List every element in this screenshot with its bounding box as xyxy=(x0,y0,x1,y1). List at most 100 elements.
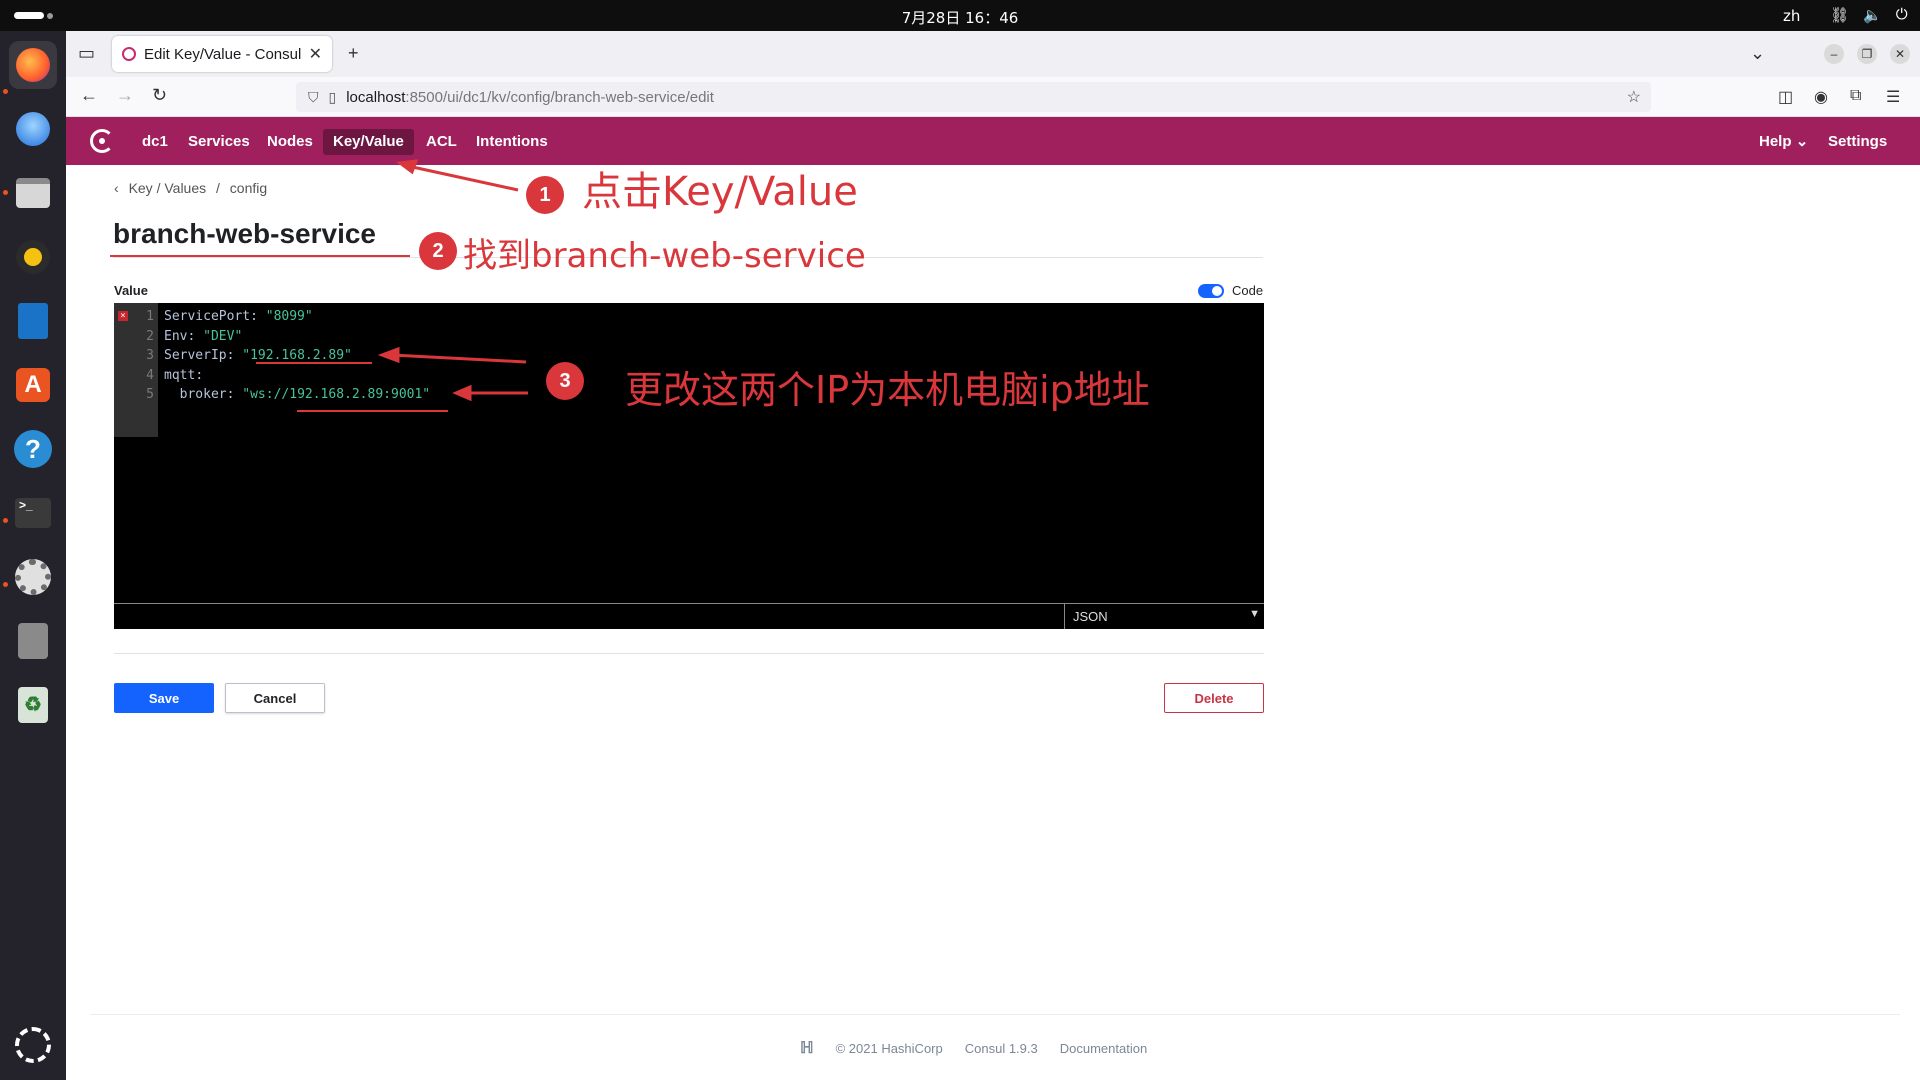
toggle-switch[interactable] xyxy=(1198,283,1224,298)
code-colon: : xyxy=(187,328,204,344)
minimize-icon[interactable]: – xyxy=(1824,44,1844,64)
nav-services[interactable]: Services xyxy=(178,129,260,155)
code-line[interactable]: ServicePort: "8099" xyxy=(164,309,313,324)
code-line[interactable]: ServerIp: "192.168.2.89" xyxy=(164,348,352,363)
dock: A ? >_ ♻ xyxy=(0,31,66,1080)
code-value: "192.168.2.89" xyxy=(242,348,352,363)
line-number: 3 xyxy=(146,348,154,363)
reload-icon[interactable]: ↻ xyxy=(152,85,167,106)
tab-edit-key-value[interactable]: Edit Key/Value - Consul ✕ xyxy=(112,36,332,72)
breadcrumb: ‹ Key / Values / config xyxy=(114,180,273,196)
code-line[interactable]: Env: "DEV" xyxy=(164,329,242,344)
nav-acl[interactable]: ACL xyxy=(416,129,467,155)
code-colon: : xyxy=(226,348,243,363)
footer-documentation-link[interactable]: Documentation xyxy=(1060,1041,1147,1056)
code-colon: : xyxy=(226,387,243,402)
nav-intentions[interactable]: Intentions xyxy=(466,129,558,155)
nav-datacenter[interactable]: dc1 xyxy=(132,129,178,155)
code-line[interactable]: broker: "ws://192.168.2.89:9001" xyxy=(164,387,430,402)
running-indicator xyxy=(3,518,8,523)
mode-select[interactable]: JSON ▼ xyxy=(1064,604,1264,629)
code-toggle-label: Code xyxy=(1232,283,1264,298)
tab-title: Edit Key/Value - Consul xyxy=(144,45,302,63)
code-value: "DEV" xyxy=(203,328,243,344)
url-bar[interactable]: ⛉ ▯ localhost:8500/ui/dc1/kv/config/bran… xyxy=(296,82,1651,112)
account-icon[interactable]: ◉ xyxy=(1814,87,1828,107)
annotation-step-1-text: 点击Key/Value xyxy=(582,169,858,215)
close-window-icon[interactable]: ✕ xyxy=(1890,44,1910,64)
system-tray[interactable]: ⛓ 🔈 ⏻ xyxy=(1830,6,1908,24)
save-button[interactable]: Save xyxy=(114,683,214,713)
annotation-step-2-text: 找到branch-web-service xyxy=(463,236,866,276)
breadcrumb-config[interactable]: config xyxy=(230,180,267,196)
cancel-button[interactable]: Cancel xyxy=(225,683,325,713)
page-title: branch-web-service xyxy=(113,218,376,249)
breadcrumb-key-values[interactable]: Key / Values xyxy=(129,180,207,196)
new-tab-icon[interactable]: + xyxy=(348,43,359,64)
list-tabs-icon[interactable]: ⌄ xyxy=(1750,43,1765,64)
page-icon: ▯ xyxy=(328,88,337,105)
editor-footer: JSON ▼ xyxy=(114,603,1264,629)
app-center-icon[interactable]: A xyxy=(9,361,57,409)
back-icon[interactable]: ← xyxy=(80,85,98,106)
running-indicator xyxy=(3,582,8,587)
consul-logo-icon[interactable] xyxy=(90,129,114,153)
forward-icon[interactable]: → xyxy=(116,85,134,106)
annotation-step-3-badge: 3 xyxy=(546,362,584,400)
code-line[interactable]: mqtt: xyxy=(164,368,211,383)
close-tab-icon[interactable]: ✕ xyxy=(309,44,322,64)
breadcrumb-separator: / xyxy=(216,180,220,196)
tab-overview-icon[interactable]: ▭ xyxy=(78,43,95,64)
nav-nodes[interactable]: Nodes xyxy=(257,129,323,155)
code-colon: : xyxy=(195,367,211,383)
annotation-step-2-badge: 2 xyxy=(419,232,457,270)
extensions-icon[interactable]: ⧉ xyxy=(1850,87,1861,105)
shield-icon[interactable]: ⛉ xyxy=(308,89,319,106)
help-label: Help xyxy=(1759,133,1792,150)
nav-key-value[interactable]: Key/Value xyxy=(323,129,414,155)
nav-help[interactable]: Help ⌄ xyxy=(1749,129,1818,155)
code-editor[interactable]: × 1 2 3 4 5 ServicePort: "8099" Env: "DEV" Ser… xyxy=(114,303,1264,603)
thunderbird-icon[interactable] xyxy=(9,105,57,153)
mode-value: JSON xyxy=(1073,609,1108,624)
system-clock[interactable]: 7月28日 16：46 xyxy=(0,7,1920,28)
page-footer: ℍ © 2021 HashiCorp Consul 1.9.3 Document… xyxy=(800,1038,1147,1058)
annotation-step-1-badge: 1 xyxy=(526,176,564,214)
code-key: broker xyxy=(179,387,227,402)
consul-favicon-icon xyxy=(122,47,136,61)
code-value: "8099" xyxy=(265,309,313,324)
annotation-step-3-text: 更改这两个IP为本机电脑ip地址 xyxy=(625,368,1150,412)
footer-copyright: © 2021 HashiCorp xyxy=(835,1040,943,1056)
running-indicator xyxy=(3,190,8,195)
show-apps-icon[interactable] xyxy=(9,1021,57,1069)
divider xyxy=(90,1014,1900,1015)
input-language[interactable]: zh xyxy=(1783,7,1800,25)
trash-icon[interactable]: ♻ xyxy=(9,681,57,729)
help-icon[interactable]: ? xyxy=(9,425,57,473)
divider xyxy=(114,653,1264,654)
firefox-icon[interactable] xyxy=(9,41,57,89)
nav-settings[interactable]: Settings xyxy=(1818,129,1897,155)
writer-icon[interactable] xyxy=(9,297,57,345)
network-icon: ⛓ xyxy=(1830,7,1850,24)
code-toggle[interactable]: Code xyxy=(1198,283,1263,298)
pocket-icon[interactable]: ◫ xyxy=(1778,87,1793,107)
chevron-left-icon: ‹ xyxy=(114,180,119,196)
terminal-icon[interactable]: >_ xyxy=(9,489,57,537)
delete-button[interactable]: Delete xyxy=(1164,683,1264,713)
chevron-down-icon: ⌄ xyxy=(1795,133,1809,150)
code-key: ServicePort xyxy=(164,309,251,324)
settings-icon[interactable] xyxy=(9,553,57,601)
code-value: "ws://192.168.2.89:9001" xyxy=(242,387,431,402)
tab-strip: ▭ Edit Key/Value - Consul ✕ + ⌄ – ❐ ✕ xyxy=(66,31,1920,77)
usb-drive-icon[interactable] xyxy=(9,617,57,665)
files-icon[interactable] xyxy=(9,169,57,217)
bookmark-star-icon[interactable]: ☆ xyxy=(1627,87,1641,107)
rhythmbox-icon[interactable] xyxy=(9,233,57,281)
menu-icon[interactable]: ☰ xyxy=(1886,87,1900,107)
code-key: mqtt xyxy=(164,367,196,383)
error-marker-icon: × xyxy=(118,311,128,321)
line-number: 5 xyxy=(146,387,154,402)
restore-icon[interactable]: ❐ xyxy=(1857,44,1877,64)
